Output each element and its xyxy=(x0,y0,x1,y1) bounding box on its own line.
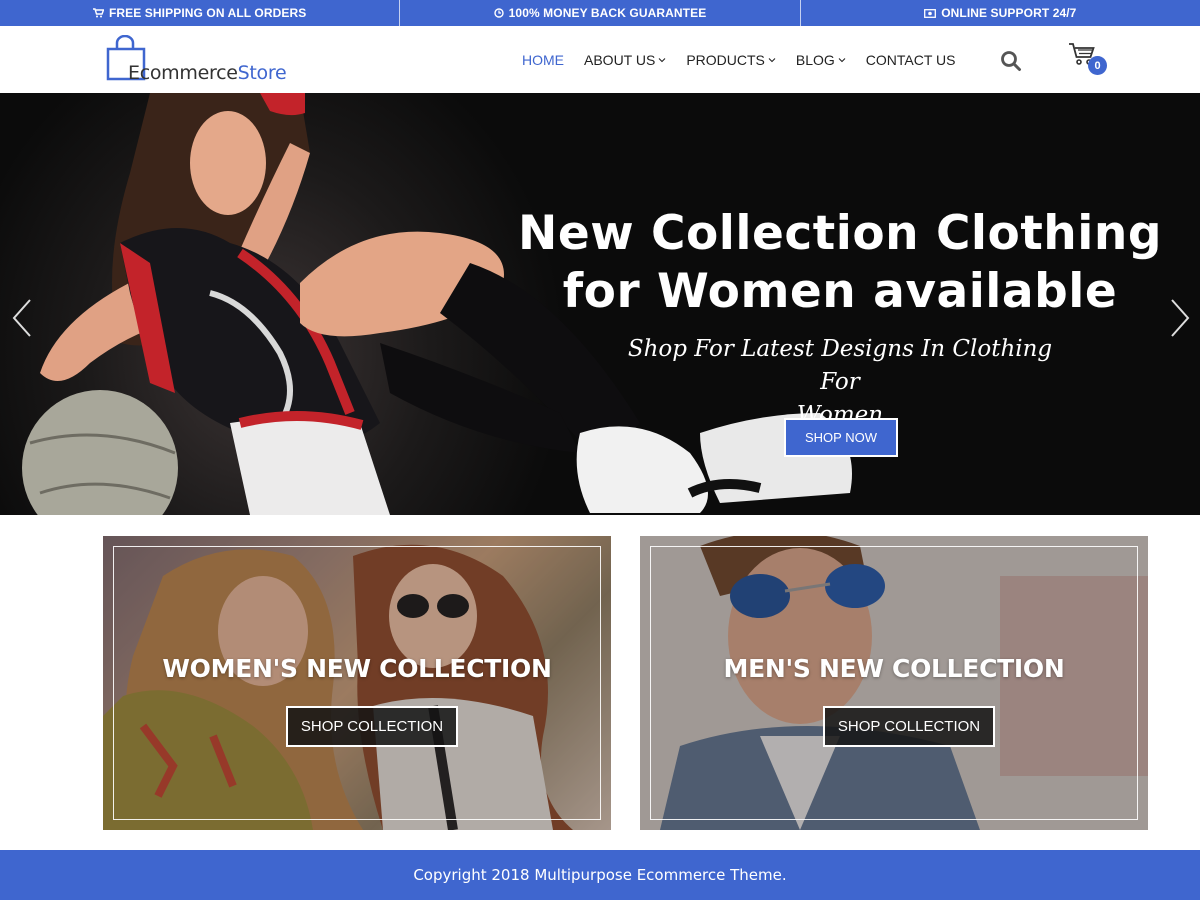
hero-title-line1: New Collection Clothing xyxy=(518,206,1162,261)
nav-contact-us-label: CONTACT US xyxy=(865,51,956,68)
site-footer: Copyright 2018 Multipurpose Ecommerce Th… xyxy=(0,850,1200,900)
hero-title: New Collection Clothing for Women availa… xyxy=(500,205,1180,321)
chevron-down-icon xyxy=(658,57,666,63)
nav-blog-label: BLOG xyxy=(795,51,835,68)
nav-home[interactable]: HOME xyxy=(522,52,564,68)
chevron-down-icon xyxy=(768,57,776,63)
cart-count-badge: 0 xyxy=(1088,56,1107,75)
mens-shop-collection-button[interactable]: SHOP COLLECTION xyxy=(823,706,995,747)
nav-blog[interactable]: BLOG xyxy=(796,52,846,68)
card-frame xyxy=(113,546,601,820)
money-back-text: 100% MONEY BACK GUARANTEE xyxy=(508,6,707,20)
hero-slider: New Collection Clothing for Women availa… xyxy=(0,93,1200,515)
online-support-text: ONLINE SUPPORT 24/7 xyxy=(941,6,1077,20)
search-icon[interactable] xyxy=(1000,50,1022,72)
nav-about-us-label: ABOUT US xyxy=(584,51,656,68)
logo-text-part1: Ecommerce xyxy=(128,62,238,84)
nav-products[interactable]: PRODUCTS xyxy=(686,52,776,68)
hero-title-line2: for Women available xyxy=(562,264,1118,319)
copyright-text: Copyright 2018 Multipurpose Ecommerce Th… xyxy=(413,866,787,884)
clock-icon xyxy=(493,8,504,18)
slider-next-arrow-icon[interactable] xyxy=(1168,298,1192,338)
shop-now-button[interactable]: SHOP NOW xyxy=(784,418,898,457)
logo-text: EcommerceStore xyxy=(128,62,287,84)
hero-subtitle-line1: Shop For Latest Designs In Clothing For xyxy=(627,336,1053,395)
womens-collection-title: WOMEN'S NEW COLLECTION xyxy=(162,654,552,683)
logo-text-part2: Store xyxy=(237,62,287,84)
cart-icon xyxy=(92,8,104,18)
mens-collection-title: MEN'S NEW COLLECTION xyxy=(723,654,1065,683)
site-header: EcommerceStore HOME ABOUT US PRODUCTS BL… xyxy=(0,26,1200,93)
free-shipping-notice: FREE SHIPPING ON ALL ORDERS xyxy=(0,0,401,26)
nav-about-us[interactable]: ABOUT US xyxy=(584,52,666,68)
main-navigation: HOME ABOUT US PRODUCTS BLOG CONTACT US xyxy=(522,26,976,93)
card-frame xyxy=(650,546,1138,820)
chevron-down-icon xyxy=(838,57,846,63)
nav-products-label: PRODUCTS xyxy=(686,51,765,68)
womens-collection-card[interactable]: WOMEN'S NEW COLLECTION SHOP COLLECTION xyxy=(103,536,611,830)
nav-home-label: HOME xyxy=(522,51,564,68)
mens-collection-card[interactable]: MEN'S NEW COLLECTION SHOP COLLECTION xyxy=(640,536,1148,830)
cart-button[interactable]: 0 xyxy=(1068,42,1108,78)
online-support-notice: ONLINE SUPPORT 24/7 xyxy=(801,0,1200,26)
top-info-bar: FREE SHIPPING ON ALL ORDERS 100% MONEY B… xyxy=(0,0,1200,26)
money-icon xyxy=(924,8,937,18)
nav-contact-us[interactable]: CONTACT US xyxy=(866,52,956,68)
slider-prev-arrow-icon[interactable] xyxy=(10,298,34,338)
site-logo[interactable]: EcommerceStore xyxy=(106,34,306,84)
womens-shop-collection-button[interactable]: SHOP COLLECTION xyxy=(286,706,458,747)
free-shipping-text: FREE SHIPPING ON ALL ORDERS xyxy=(108,6,307,20)
money-back-notice: 100% MONEY BACK GUARANTEE xyxy=(400,0,801,26)
